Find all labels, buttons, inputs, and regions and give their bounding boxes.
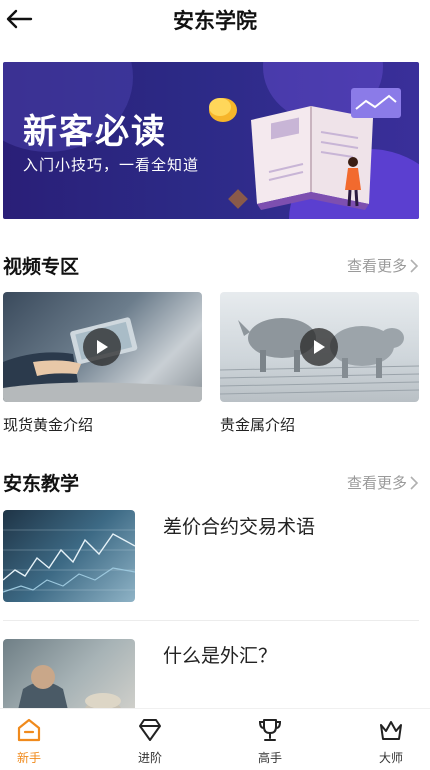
banner-title: 新客必读	[23, 112, 167, 152]
see-more-link[interactable]: 查看更多	[347, 472, 419, 493]
bottom-tab-bar: 新手 进阶 高手 大师	[0, 708, 430, 770]
crown-icon	[380, 721, 402, 740]
tab-expert[interactable]: 高手	[235, 717, 305, 766]
header: 安东学院	[0, 0, 430, 40]
article-title: 什么是外汇？	[163, 645, 278, 667]
video-thumbnail	[220, 292, 419, 402]
play-button[interactable]	[83, 328, 121, 366]
diamond-icon	[139, 719, 161, 741]
promo-banner[interactable]: 新客必读 入门小技巧，一看全知道	[3, 62, 419, 219]
tab-label: 大师	[378, 751, 403, 765]
video-title: 贵金属介绍	[220, 416, 296, 434]
banner-subtitle: 入门小技巧，一看全知道	[23, 156, 200, 174]
tab-beginner[interactable]: 新手	[0, 717, 64, 766]
section-title: 安东教学	[3, 473, 80, 495]
see-more-label: 查看更多	[346, 474, 407, 492]
trophy-icon	[258, 719, 282, 741]
page-title: 安东学院	[173, 9, 257, 33]
chevron-right-icon	[410, 258, 419, 273]
video-card[interactable]: 贵金属介绍	[220, 292, 419, 435]
article-title: 差价合约交易术语	[163, 516, 316, 538]
play-button[interactable]	[300, 328, 338, 366]
tab-advanced[interactable]: 进阶	[115, 717, 185, 766]
tab-label: 进阶	[137, 751, 162, 765]
article-thumbnail	[3, 639, 135, 709]
article-item[interactable]: 什么是外汇？	[3, 639, 419, 709]
section-title: 视频专区	[3, 256, 80, 278]
chevron-right-icon	[410, 475, 419, 490]
home-icon	[17, 718, 41, 742]
video-thumbnail	[3, 292, 202, 402]
tab-label: 新手	[16, 751, 41, 765]
video-section-header: 视频专区 查看更多	[3, 252, 419, 278]
teach-section-header: 安东教学 查看更多	[3, 469, 419, 495]
book-illustration	[209, 88, 401, 210]
divider	[3, 620, 419, 621]
tab-master[interactable]: 大师	[356, 717, 426, 766]
article-item[interactable]: 差价合约交易术语	[3, 510, 419, 610]
video-card[interactable]: 现货黄金介绍	[3, 292, 202, 435]
see-more-link[interactable]: 查看更多	[347, 255, 419, 276]
play-icon	[97, 340, 108, 354]
article-thumbnail	[3, 510, 135, 602]
see-more-label: 查看更多	[346, 257, 407, 275]
video-title: 现货黄金介绍	[3, 416, 94, 434]
tab-label: 高手	[257, 751, 282, 765]
play-icon	[314, 340, 325, 354]
